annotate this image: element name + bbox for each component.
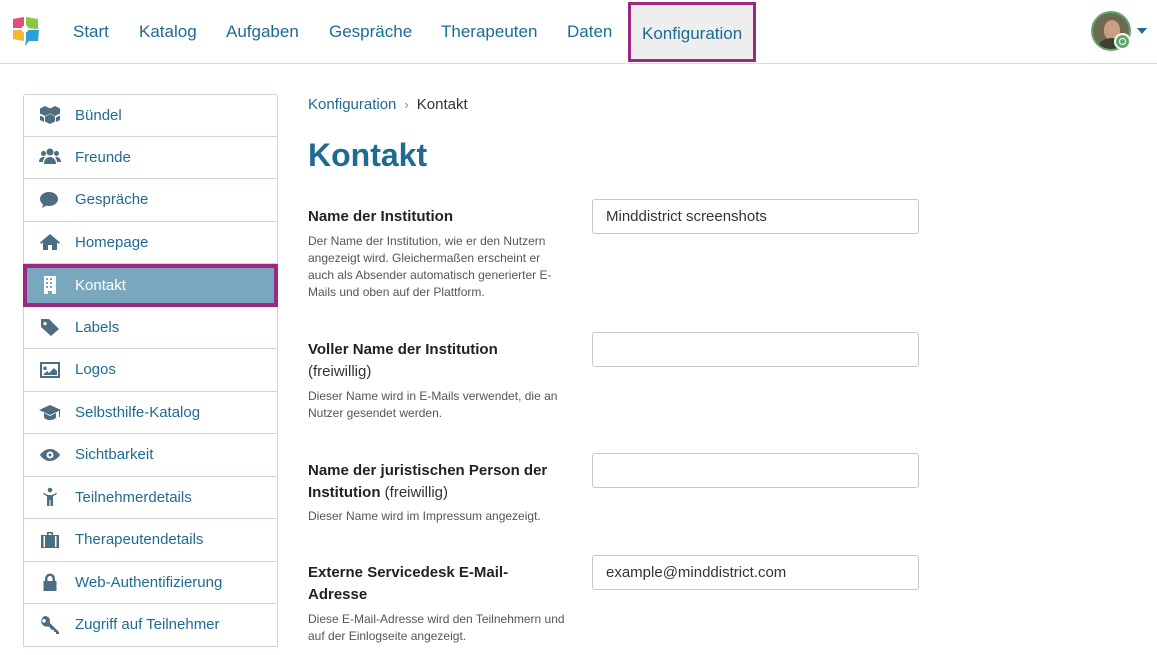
sidebar-item-label: Labels [75, 318, 120, 336]
sidebar-item-sichtbarkeit[interactable]: Sichtbarkeit [23, 434, 278, 477]
nav-daten[interactable]: Daten [567, 0, 612, 63]
config-sidebar: Bündel Freunde Gespräche Homepage Kontak… [23, 94, 278, 647]
briefcase-icon [38, 530, 62, 550]
chevron-down-icon[interactable] [1137, 28, 1147, 34]
sidebar-item-teilnehmerdetails[interactable]: Teilnehmerdetails [23, 476, 278, 519]
field-label-text: Voller Name der Institution [308, 341, 498, 358]
breadcrumb-current: Kontakt [416, 96, 468, 113]
sidebar-item-freunde[interactable]: Freunde [23, 136, 278, 179]
field-label-text: Name der Institution [308, 208, 454, 225]
sidebar-item-label: Zugriff auf Teilnehmer [75, 616, 220, 634]
servicedesk-email-label: Externe Servicedesk E-Mail-Adresse [308, 562, 548, 606]
sidebar-item-label: Selbsthilfe-Katalog [75, 403, 201, 421]
full-institution-name-help: Dieser Name wird in E-Mails verwendet, d… [308, 389, 558, 420]
sidebar-item-label: Gespräche [75, 191, 149, 209]
sidebar-item-label: Bündel [75, 106, 122, 124]
sidebar-item-therapeutendetails[interactable]: Therapeutendetails [23, 519, 278, 562]
nav-katalog[interactable]: Katalog [139, 0, 197, 63]
sidebar-item-zugriff-auf-teilnehmer[interactable]: Zugriff auf Teilnehmer [23, 604, 278, 647]
users-icon [38, 147, 62, 167]
sidebar-item-homepage[interactable]: Homepage [23, 221, 278, 264]
institution-name-label: Name der Institution [308, 206, 568, 228]
optional-hint: (freiwillig) [384, 484, 448, 501]
lock-icon [38, 572, 62, 592]
sidebar-item-selbsthilfe-katalog[interactable]: Selbsthilfe-Katalog [23, 391, 278, 434]
comments-icon [38, 190, 62, 210]
eye-badge-icon [1114, 33, 1131, 50]
nav-start[interactable]: Start [73, 0, 109, 63]
optional-hint: (freiwillig) [308, 363, 372, 380]
institution-name-input[interactable] [592, 199, 919, 234]
sidebar-item-label: Logos [75, 361, 116, 379]
sidebar-item-labels[interactable]: Labels [23, 306, 278, 349]
key-icon [38, 615, 62, 635]
servicedesk-email-input[interactable] [592, 555, 919, 590]
sidebar-item-buendel[interactable]: Bündel [23, 94, 278, 137]
sidebar-item-gespraeche[interactable]: Gespräche [23, 179, 278, 222]
sidebar-item-label: Freunde [75, 148, 131, 166]
servicedesk-email-help: Diese E-Mail-Adresse wird den Teilnehmer… [308, 612, 565, 643]
breadcrumb-link-konfiguration[interactable]: Konfiguration [308, 96, 396, 113]
nav-konfiguration[interactable]: Konfiguration [628, 2, 757, 62]
graduation-cap-icon [38, 402, 62, 422]
sidebar-item-label: Web-Authentifizierung [75, 573, 223, 591]
legal-entity-name-help: Dieser Name wird im Impressum angezeigt. [308, 509, 541, 523]
sidebar-item-label: Teilnehmerdetails [75, 488, 192, 506]
sidebar-item-web-authentifizierung[interactable]: Web-Authentifizierung [23, 561, 278, 604]
field-label-text: Externe Servicedesk E-Mail-Adresse [308, 564, 509, 603]
page-title: Kontakt [308, 137, 428, 173]
sidebar-item-label: Therapeutendetails [75, 531, 204, 549]
top-navigation: Start Katalog Aufgaben Gespräche Therape… [0, 0, 1157, 64]
tag-icon [38, 317, 62, 337]
sidebar-item-logos[interactable]: Logos [23, 349, 278, 392]
nav-gespraeche[interactable]: Gespräche [329, 0, 412, 63]
sidebar-item-label: Kontakt [75, 276, 126, 294]
breadcrumb: Konfiguration › Kontakt [308, 96, 468, 113]
nav-therapeuten[interactable]: Therapeuten [441, 0, 537, 63]
full-institution-name-input[interactable] [592, 332, 919, 367]
home-icon [38, 232, 62, 252]
sidebar-item-label: Sichtbarkeit [75, 446, 154, 464]
eye-icon [38, 445, 62, 465]
person-icon [38, 487, 62, 507]
breadcrumb-separator-icon: › [404, 97, 409, 112]
full-institution-name-label: Voller Name der Institution (freiwillig) [308, 339, 568, 383]
cubes-icon [38, 105, 62, 125]
minddistrict-logo[interactable] [11, 15, 41, 47]
sidebar-item-label: Homepage [75, 233, 149, 251]
image-icon [38, 360, 62, 380]
building-icon [38, 275, 62, 295]
legal-entity-name-input[interactable] [592, 453, 919, 488]
legal-entity-name-label: Name der juristischen Person der Institu… [308, 460, 568, 504]
sidebar-item-kontakt[interactable]: Kontakt [23, 264, 278, 307]
institution-name-help: Der Name der Institution, wie er den Nut… [308, 234, 552, 299]
nav-aufgaben[interactable]: Aufgaben [226, 0, 299, 63]
